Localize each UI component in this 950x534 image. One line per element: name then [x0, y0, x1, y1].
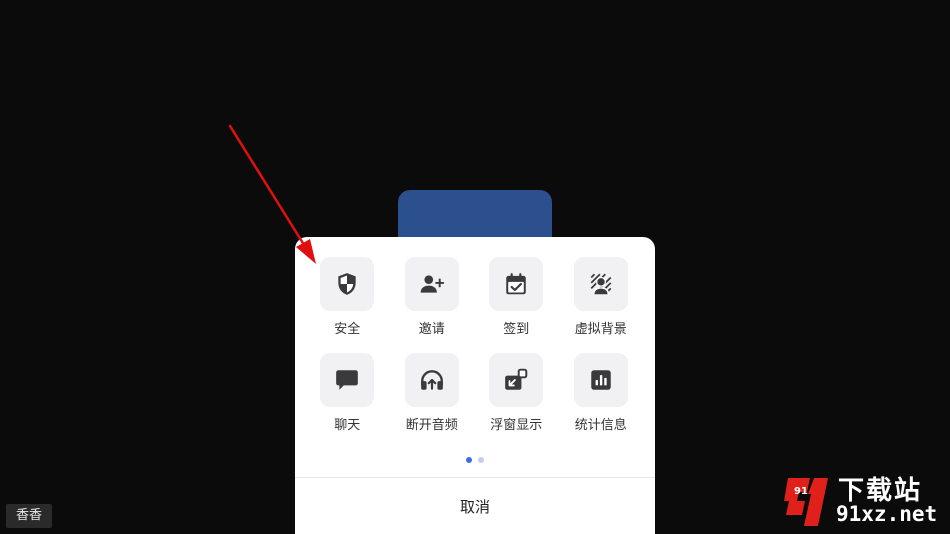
- floating-window-button[interactable]: 浮窗显示: [474, 353, 559, 435]
- statistics-icon: [591, 370, 611, 390]
- watermark-logo: 91: [784, 478, 828, 526]
- headphones-icon: [420, 370, 443, 390]
- add-user-icon: [420, 275, 444, 293]
- virtual-background-label: 虚拟背景: [574, 322, 627, 337]
- shield-icon: [338, 273, 356, 295]
- sign-in-label: 签到: [503, 322, 530, 337]
- security-icon-tile: [320, 257, 375, 311]
- watermark-url: 91xz.net: [836, 502, 938, 526]
- floating-window-label: 浮窗显示: [490, 418, 543, 433]
- chat-button[interactable]: 聊天: [305, 353, 390, 435]
- chat-icon-tile: [320, 353, 375, 407]
- chat-label: 聊天: [334, 418, 361, 433]
- invite-label: 邀请: [418, 322, 445, 337]
- more-actions-sheet: 安全 邀请 签到 虚拟背景 聊天 断开音频 浮窗显示 统计信息 取消: [295, 237, 655, 534]
- site-watermark: 91 下载站 91xz.net: [776, 470, 946, 532]
- disconnect-audio-button[interactable]: 断开音频: [390, 353, 475, 435]
- page-dot-2[interactable]: [478, 457, 484, 463]
- sign-in-icon-tile: [489, 257, 544, 311]
- floating-window-icon: [505, 368, 528, 390]
- watermark-logo-text: 91: [794, 486, 808, 497]
- security-button[interactable]: 安全: [305, 257, 390, 339]
- action-grid: 安全 邀请 签到 虚拟背景 聊天 断开音频 浮窗显示 统计信息: [295, 257, 665, 435]
- page-dot-1[interactable]: [466, 457, 472, 463]
- floating-window-icon-tile: [489, 353, 544, 407]
- cancel-button[interactable]: 取消: [295, 478, 655, 534]
- virtual-background-icon-tile: [573, 257, 628, 311]
- statistics-label: 统计信息: [574, 418, 627, 433]
- invite-button[interactable]: 邀请: [390, 257, 475, 339]
- statistics-button[interactable]: 统计信息: [559, 353, 644, 435]
- virtual-background-button[interactable]: 虚拟背景: [559, 257, 644, 339]
- disconnect-audio-icon-tile: [404, 353, 459, 407]
- page-indicator: [295, 457, 655, 463]
- chat-icon: [336, 370, 359, 390]
- statistics-icon-tile: [573, 353, 628, 407]
- security-label: 安全: [334, 322, 361, 337]
- sign-in-button[interactable]: 签到: [474, 257, 559, 339]
- virtual-background-icon: [590, 273, 612, 295]
- meeting-screen: 安全 邀请 签到 虚拟背景 聊天 断开音频 浮窗显示 统计信息 取消 香香 91…: [0, 0, 950, 534]
- participant-name-tag: 香香: [6, 504, 53, 528]
- calendar-check-icon: [506, 273, 526, 295]
- disconnect-audio-label: 断开音频: [405, 418, 458, 433]
- invite-icon-tile: [404, 257, 459, 311]
